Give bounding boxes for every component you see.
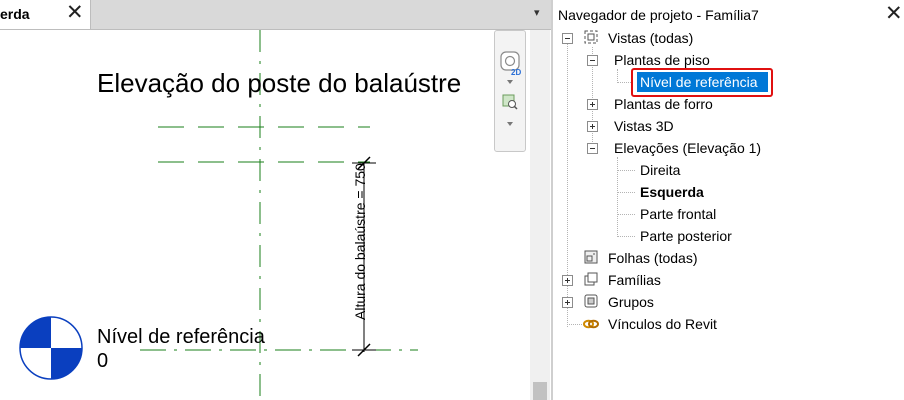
- chain-link-icon: [583, 319, 599, 329]
- tree-item-floor-plans[interactable]: Plantas de piso: [614, 51, 710, 69]
- drawing-canvas[interactable]: Elevação do poste do balaústre Nível de …: [0, 30, 530, 400]
- tree-connector: [567, 324, 582, 325]
- level-head-symbol: [19, 316, 83, 380]
- view-tab[interactable]: erda ✕: [0, 0, 91, 29]
- dimension-label: Altura do balaústre = 750: [352, 163, 368, 320]
- collapse-toggle[interactable]: [562, 33, 573, 44]
- project-browser-header: Navegador de projeto - Família7 ✕: [553, 0, 904, 28]
- sheets-icon: [584, 250, 598, 264]
- close-icon[interactable]: ✕: [885, 2, 903, 26]
- scrollbar-thumb[interactable]: [533, 382, 547, 400]
- tree-item-ceiling-plans[interactable]: Plantas de forro: [614, 95, 713, 113]
- expand-toggle[interactable]: [562, 275, 573, 286]
- nav-dropdown-icon: [507, 80, 513, 84]
- tree-item-elevation-back[interactable]: Parte posterior: [640, 227, 732, 245]
- groups-icon: [584, 294, 598, 308]
- tree-item-elevation-front[interactable]: Parte frontal: [640, 205, 716, 223]
- view-tab-label: erda: [0, 6, 30, 22]
- tree-item-3d-views[interactable]: Vistas 3D: [614, 117, 674, 135]
- view-tab-bar: erda ✕: [0, 0, 552, 30]
- tree-item-elevations[interactable]: Elevações (Elevação 1): [614, 139, 761, 157]
- families-icon: [584, 272, 598, 286]
- collapse-toggle[interactable]: [587, 143, 598, 154]
- tree-item-elevation-right[interactable]: Direita: [640, 161, 680, 179]
- expand-toggle[interactable]: [587, 121, 598, 132]
- nav-2d-label: 2D: [511, 68, 521, 77]
- tree-item-revit-links[interactable]: Vínculos do Revit: [608, 315, 717, 333]
- zoom-dropdown-icon: [507, 122, 513, 126]
- vertical-scrollbar[interactable]: [530, 30, 550, 400]
- tree-connector: [617, 69, 618, 83]
- tree-item-elevation-left[interactable]: Esquerda: [640, 183, 704, 201]
- tree-connector: [617, 192, 635, 193]
- drawing-view-pane: erda ✕ Elevação do poste do balaústre Ní…: [0, 0, 552, 400]
- tree-item-families[interactable]: Famílias: [608, 271, 661, 289]
- expand-toggle[interactable]: [562, 297, 573, 308]
- pane-menu-icon[interactable]: ▾: [534, 6, 540, 19]
- tree-connector: [617, 170, 635, 171]
- tree-connector: [617, 157, 618, 237]
- zoom-region-icon[interactable]: [502, 94, 518, 110]
- navigation-bar: 2D: [494, 30, 526, 152]
- close-icon[interactable]: ✕: [66, 1, 84, 25]
- tree-item-ref-level[interactable]: Nível de referência: [637, 72, 768, 92]
- project-browser-title: Navegador de projeto - Família7: [558, 7, 759, 23]
- tree-connector: [617, 214, 635, 215]
- views-icon: [584, 30, 598, 44]
- tree-item-views[interactable]: Vistas (todas): [608, 29, 693, 47]
- expand-toggle[interactable]: [587, 99, 598, 110]
- tree-connector: [617, 82, 631, 83]
- view-title: Elevação do poste do balaústre: [97, 68, 462, 98]
- collapse-toggle[interactable]: [587, 55, 598, 66]
- tree-item-groups[interactable]: Grupos: [608, 293, 654, 311]
- tree-connector: [617, 236, 635, 237]
- tree-item-sheets[interactable]: Folhas (todas): [608, 249, 697, 267]
- level-elevation-label: 0: [97, 350, 109, 372]
- level-name-label: Nível de referência: [97, 326, 265, 348]
- project-browser: Navegador de projeto - Família7 ✕ Vistas…: [553, 0, 904, 400]
